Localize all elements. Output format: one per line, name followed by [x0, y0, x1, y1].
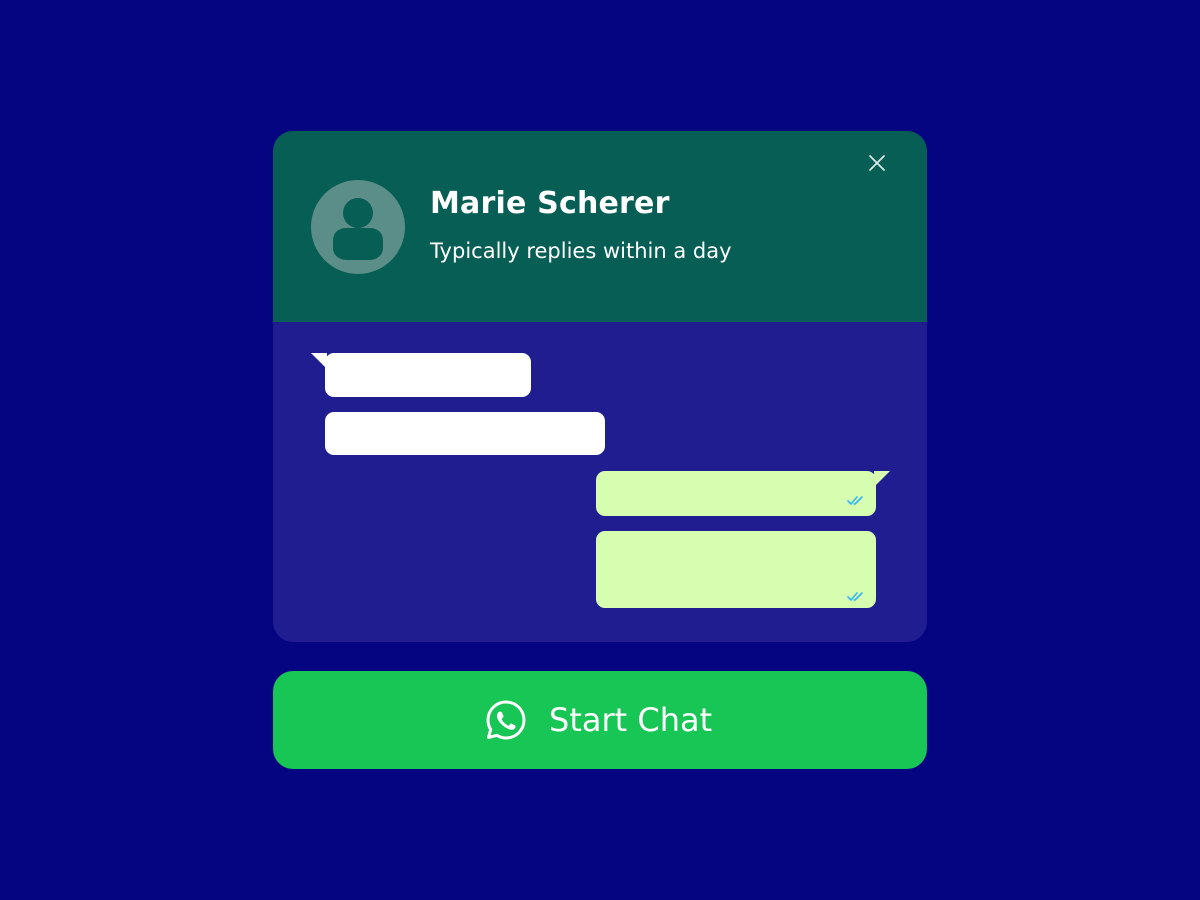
whatsapp-icon [486, 700, 526, 740]
double-check-icon [847, 592, 863, 601]
reply-status: Typically replies within a day [430, 239, 732, 263]
contact-name: Marie Scherer [430, 186, 670, 221]
incoming-message-bubble [325, 412, 605, 455]
outgoing-bubble-tail [874, 471, 890, 487]
start-chat-label: Start Chat [549, 701, 713, 739]
chat-header: Marie Scherer Typically replies within a… [273, 131, 927, 322]
chat-widget: Marie Scherer Typically replies within a… [273, 131, 927, 642]
close-icon [869, 155, 885, 171]
start-chat-button[interactable]: Start Chat [273, 671, 927, 769]
outgoing-message-bubble [596, 471, 876, 516]
double-check-icon [847, 496, 863, 505]
outgoing-message-bubble [596, 531, 876, 608]
user-avatar-icon [311, 180, 405, 274]
close-button[interactable] [865, 151, 889, 175]
incoming-message-bubble [325, 353, 531, 397]
